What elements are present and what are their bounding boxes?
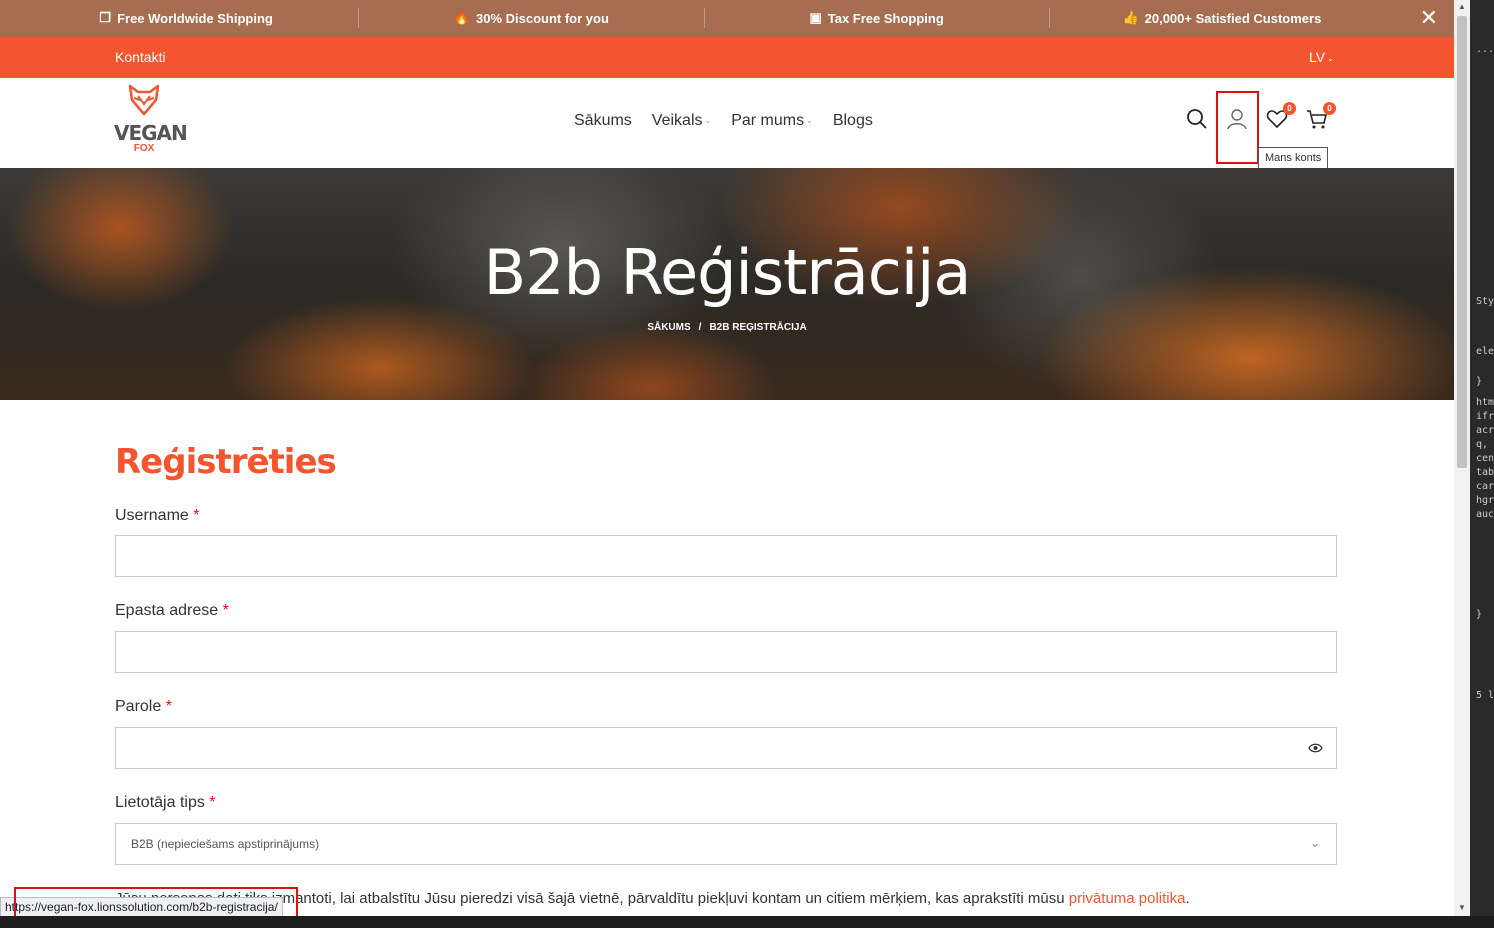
os-taskbar <box>0 916 1494 928</box>
promo-label: 30% Discount for you <box>476 10 609 26</box>
privacy-end: . <box>1185 890 1190 907</box>
chevron-down-icon: ⌄ <box>1309 836 1320 850</box>
promo-item-tax: ▣ Tax Free Shopping <box>705 8 1050 28</box>
language-switcher[interactable]: LV ⌄ <box>1309 49 1334 65</box>
close-icon[interactable]: ✕ <box>1420 7 1438 29</box>
cart-button[interactable]: 0 <box>1306 102 1336 130</box>
required-mark: * <box>193 507 200 524</box>
account-highlight-box <box>1216 91 1259 164</box>
page-title: B2b Reģistrācija <box>483 236 972 309</box>
search-button[interactable] <box>1186 108 1208 130</box>
label-text: Parole <box>115 698 162 715</box>
promo-item-shipping: ❒ Free Worldwide Shipping <box>14 8 360 28</box>
site-logo[interactable]: VEGAN FOX <box>114 82 188 164</box>
promo-items: ❒ Free Worldwide Shipping 🔥 30% Discount… <box>14 8 1394 28</box>
promo-bar: ❒ Free Worldwide Shipping 🔥 30% Discount… <box>0 0 1454 37</box>
devtools-line: ele <box>1476 346 1494 357</box>
breadcrumb-home[interactable]: SĀKUMS <box>647 322 690 333</box>
devtools-line: acr <box>1476 425 1494 436</box>
username-input[interactable] <box>115 535 1337 577</box>
devtools-line: ... <box>1476 44 1494 55</box>
username-label: Username * <box>115 507 200 525</box>
fire-icon: 🔥 <box>453 10 470 25</box>
money-icon: ▣ <box>809 10 822 25</box>
show-password-button[interactable] <box>1308 741 1323 759</box>
devtools-line: Sty <box>1476 296 1494 307</box>
devtools-line: tab <box>1476 467 1494 478</box>
account-tooltip: Mans konts <box>1258 147 1329 169</box>
register-heading: Reģistrēties <box>115 442 337 482</box>
promo-label: Free Worldwide Shipping <box>117 10 273 26</box>
wishlist-count-badge: 0 <box>1283 102 1296 115</box>
promo-item-discount: 🔥 30% Discount for you <box>359 8 705 28</box>
nav-label: Sākums <box>574 112 632 129</box>
breadcrumb-current: B2B REĢISTRĀCIJA <box>709 322 807 333</box>
nav-item-blog[interactable]: Blogs <box>833 112 873 130</box>
nav-label: Par mums <box>731 112 805 129</box>
user-type-label: Lietotāja tips * <box>115 794 216 812</box>
chevron-down-icon: ⌄ <box>704 116 712 126</box>
label-text: Lietotāja tips <box>115 794 205 811</box>
page-hero: B2b Reģistrācija SĀKUMS / B2B REĢISTRĀCIJA <box>0 168 1454 400</box>
nav-item-home[interactable]: Sākums <box>574 112 632 130</box>
box-icon: ❒ <box>99 10 112 25</box>
contact-link[interactable]: Kontakti <box>115 49 166 65</box>
devtools-line: q, <box>1476 439 1489 450</box>
promo-label: 20,000+ Satisfied Customers <box>1144 10 1322 26</box>
cart-count-badge: 0 <box>1323 102 1336 115</box>
main-nav: Sākums Veikals ⌄ Par mums ⌄ Blogs <box>574 112 873 130</box>
devtools-line: car <box>1476 481 1494 492</box>
chevron-down-icon: ⌄ <box>1327 53 1334 63</box>
page: ❒ Free Worldwide Shipping 🔥 30% Discount… <box>0 0 1494 928</box>
scroll-down-icon[interactable]: ▼ <box>1458 903 1466 912</box>
search-icon <box>1187 109 1207 129</box>
promo-label: Tax Free Shopping <box>827 10 944 26</box>
thumbs-up-icon: 👍 <box>1122 10 1139 25</box>
scroll-up-icon[interactable]: ▲ <box>1458 2 1466 11</box>
nav-label: Veikals <box>651 112 703 129</box>
required-mark: * <box>209 794 216 811</box>
devtools-line: } <box>1476 376 1483 387</box>
fox-logo-icon <box>128 84 160 116</box>
devtools-line: auc <box>1476 509 1494 520</box>
label-text: Username <box>115 507 189 524</box>
devtools-line: cen <box>1476 453 1494 464</box>
required-mark: * <box>165 698 172 715</box>
devtools-line: hgr <box>1476 495 1494 506</box>
devtools-line: ifr <box>1476 411 1494 422</box>
nav-item-shop[interactable]: Veikals ⌄ <box>652 112 711 130</box>
scroll-thumb[interactable] <box>1457 16 1467 468</box>
promo-item-customers: 👍 20,000+ Satisfied Customers <box>1050 8 1394 28</box>
privacy-policy-link[interactable]: privātuma politika <box>1069 890 1186 907</box>
top-bar: Kontakti LV ⌄ <box>0 37 1454 78</box>
breadcrumb-separator: / <box>698 322 702 333</box>
user-type-select[interactable]: B2B (nepieciešams apstiprinājums) ⌄ <box>115 823 1337 865</box>
nav-label: Blogs <box>832 112 873 129</box>
required-mark: * <box>222 602 229 619</box>
devtools-line: 5 l <box>1476 690 1494 701</box>
page-scrollbar[interactable]: ▲ ▼ <box>1454 0 1470 916</box>
password-field[interactable] <box>115 727 1337 769</box>
breadcrumb: SĀKUMS / B2B REĢISTRĀCIJA <box>0 322 1454 333</box>
language-label: LV <box>1309 49 1326 65</box>
eye-icon <box>1308 743 1323 753</box>
password-label: Parole * <box>115 698 172 716</box>
header-icons: 0 0 <box>1186 102 1346 130</box>
devtools-line: } <box>1476 609 1483 620</box>
email-field[interactable] <box>115 631 1337 673</box>
user-type-selected-value: B2B (nepieciešams apstiprinājums) <box>131 837 320 851</box>
logo-text: VEGAN <box>114 121 188 145</box>
email-label: Epasta adrese * <box>115 602 229 620</box>
devtools-line: htm <box>1476 397 1494 408</box>
wishlist-button[interactable]: 0 <box>1266 102 1296 130</box>
devtools-panel: ... Sty ele } htm ifr acr q, cen tab car… <box>1470 0 1494 928</box>
chevron-down-icon: ⌄ <box>806 116 813 126</box>
nav-item-about[interactable]: Par mums ⌄ <box>731 112 813 130</box>
label-text: Epasta adrese <box>115 602 219 619</box>
